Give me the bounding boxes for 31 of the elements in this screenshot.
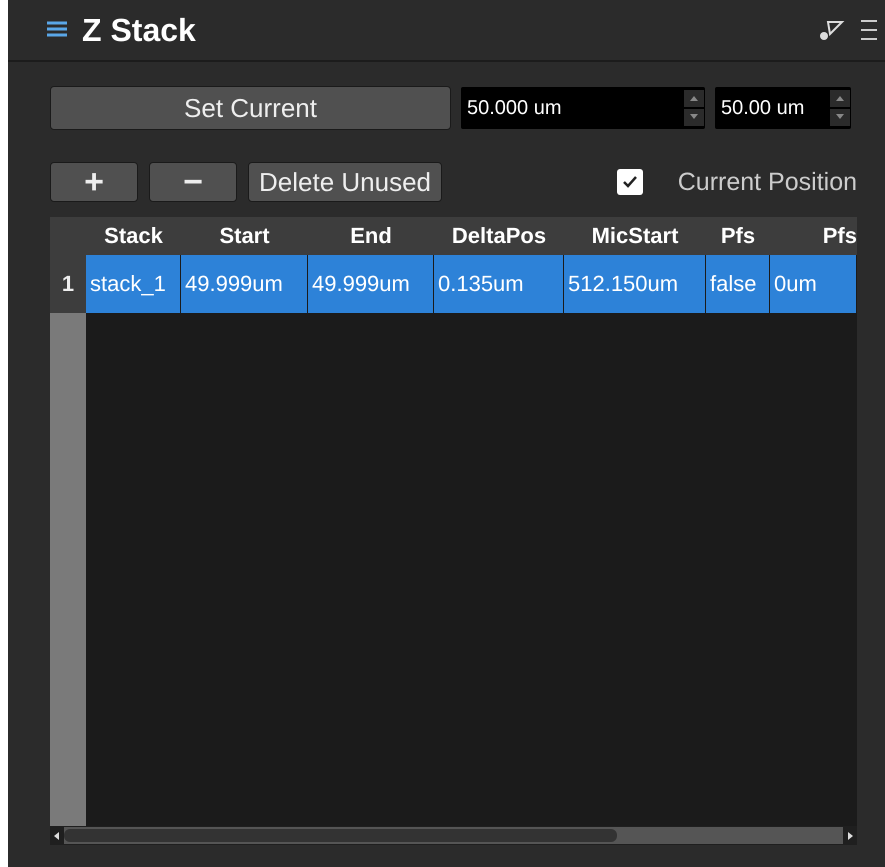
table-cell: 0um — [770, 255, 857, 313]
column-header[interactable]: End — [308, 217, 434, 255]
horizontal-scrollbar[interactable] — [50, 826, 857, 845]
table-cell: 512.150um — [564, 255, 706, 313]
table-cell: 49.999um — [308, 255, 434, 313]
add-button[interactable]: + — [50, 162, 138, 202]
table-row[interactable]: 1 stack_1 49.999um 49.999um 0.135um 512.150um false 0um — [50, 255, 857, 313]
column-header[interactable]: Stack — [86, 217, 181, 255]
checkbox[interactable] — [616, 169, 643, 195]
window-title: Z Stack — [82, 12, 196, 48]
number-spinbox[interactable]: 50.00 um — [715, 87, 851, 129]
remove-button[interactable]: − — [149, 162, 237, 202]
table-cell: false — [706, 255, 770, 313]
column-header[interactable]: DeltaPos — [434, 217, 564, 255]
stack-icon — [46, 21, 68, 39]
spin-arrows-icon[interactable] — [683, 89, 705, 127]
number-spinbox[interactable]: 50.000 um — [461, 87, 705, 129]
column-header[interactable]: Pfs — [706, 217, 770, 255]
table-cell: 49.999um — [181, 255, 308, 313]
column-header[interactable]: Start — [181, 217, 308, 255]
checkbox-label: Current Position — [678, 168, 857, 196]
set-current-button[interactable]: Set Current — [50, 86, 451, 130]
menu-icon[interactable] — [859, 18, 879, 42]
delete-unused-button[interactable]: Delete Unused — [248, 162, 442, 202]
spin-arrows-icon[interactable] — [829, 89, 851, 127]
column-header[interactable]: MicStart — [564, 217, 706, 255]
table-cell: stack_1 — [86, 255, 181, 313]
undock-icon[interactable] — [819, 18, 845, 42]
column-header[interactable]: Pfs — [770, 217, 857, 255]
row-number: 1 — [50, 255, 86, 313]
table-cell: 0.135um — [434, 255, 564, 313]
